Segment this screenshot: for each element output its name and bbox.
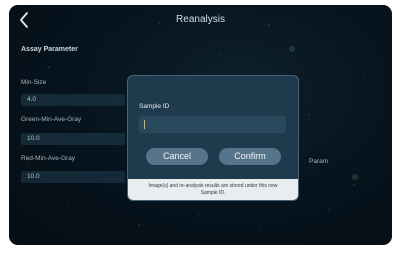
red-min-ave-gray-field[interactable]: 10.0 xyxy=(21,171,125,183)
page-title: Reanalysis xyxy=(176,14,225,25)
min-size-field[interactable]: 4.0 xyxy=(21,94,125,106)
green-min-ave-gray-field[interactable]: 10.0 xyxy=(21,133,125,145)
sample-id-label: Sample ID xyxy=(139,103,170,110)
confirm-button[interactable]: Confirm xyxy=(219,148,281,165)
param-label-partial: Param xyxy=(309,158,329,165)
green-min-ave-gray-label: Green-Min-Ave-Gray xyxy=(21,116,82,123)
sample-id-input[interactable] xyxy=(139,116,286,133)
note-line-2: Sample ID. xyxy=(200,189,226,196)
text-caret xyxy=(144,120,145,129)
storage-note: Image(s) and re-analysis results are sto… xyxy=(128,179,298,200)
top-bar: Reanalysis xyxy=(9,5,392,35)
assay-parameter-heading: Assay Parameter xyxy=(21,46,78,53)
note-line-1: Image(s) and re-analysis results are sto… xyxy=(148,183,278,189)
cancel-button[interactable]: Cancel xyxy=(146,148,208,165)
red-min-ave-gray-label: Red-Min-Ave-Gray xyxy=(21,155,76,162)
sample-id-dialog: Sample ID Cancel Confirm Image(s) and re… xyxy=(127,75,299,201)
min-size-label: Min-Size xyxy=(21,79,47,86)
